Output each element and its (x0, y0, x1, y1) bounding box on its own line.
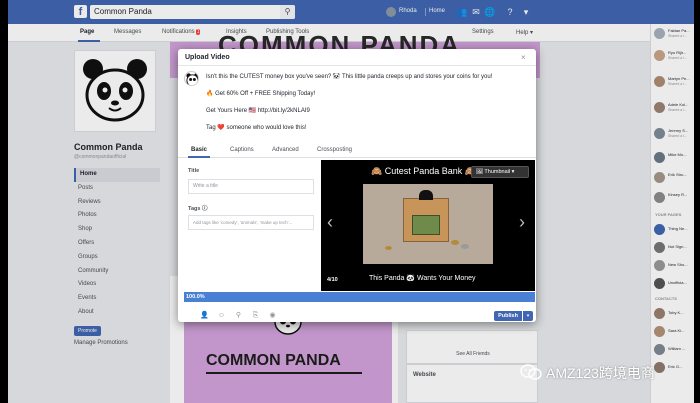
upload-video-dialog: Upload Video × Isn't this the CUTEST mon… (178, 49, 536, 322)
title-label: Title (188, 168, 200, 174)
watermark-text: AMZ123跨境电商 (546, 365, 655, 381)
dialog-title: Upload Video (185, 54, 230, 61)
dialog-header: Upload Video × (178, 49, 536, 66)
watermark: AMZ123跨境电商 (520, 362, 700, 382)
panda-peek-shape (419, 190, 433, 200)
coin-shape (385, 246, 392, 250)
location-icon[interactable]: ⚲ (234, 311, 243, 320)
dialog-tabs: Basic Captions Advanced Crossposting (178, 144, 536, 158)
post-text-line[interactable]: 🔥 Get 60% Off + FREE Shipping Today! (206, 90, 315, 97)
post-text-line[interactable]: Get Yours Here 🇺🇸 http://bit.ly/2kNLAI9 (206, 107, 310, 114)
post-text-line[interactable]: Isn't this the CUTEST money box you've s… (206, 73, 492, 80)
upload-progress-bar: 100.0% (184, 292, 535, 302)
coin-shape (461, 244, 469, 249)
tab-crossposting[interactable]: Crossposting (317, 147, 352, 153)
next-thumbnail-icon[interactable]: › (519, 212, 525, 233)
thumbnail-preview: 🙈 Cutest Panda Bank 🙈 🖼 Thumbnail ▾ ‹ › … (321, 160, 535, 291)
tags-label-text: Tags (188, 206, 201, 212)
messenger-icon[interactable]: ◉ (268, 311, 277, 320)
publish-options-icon[interactable]: ▾ (523, 311, 533, 321)
thumbnail-image (363, 184, 493, 264)
tab-advanced[interactable]: Advanced (272, 147, 299, 153)
active-tab-indicator (188, 156, 210, 158)
page-avatar (184, 71, 199, 86)
coin-shape (451, 240, 459, 245)
tag-people-icon[interactable]: 👤 (200, 311, 209, 320)
wechat-logo-icon (520, 364, 542, 380)
post-text-line[interactable]: Tag ❤️ someone who would love this! (206, 124, 307, 131)
thumbnail-dropdown-button[interactable]: 🖼 Thumbnail ▾ (471, 166, 529, 178)
thumbnail-title: 🙈 Cutest Panda Bank 🙈 (371, 166, 476, 176)
box-window (412, 215, 440, 235)
coin-box-shape (403, 198, 449, 242)
panda-avatar-icon (186, 73, 198, 85)
upload-progress-label: 100.0% (186, 294, 205, 300)
tab-basic[interactable]: Basic (191, 147, 207, 153)
title-input[interactable]: Write a title (188, 179, 314, 194)
tags-label: Tags ⓘ (188, 204, 207, 212)
thumbnail-counter: 4/10 (327, 277, 338, 283)
feeling-icon[interactable]: ☺ (217, 311, 226, 320)
attach-icon[interactable]: ⎘ (251, 311, 260, 320)
facebook-page-screen: f Common Panda ⚲ Rhoda Home 👥 ✉ 🌐 ? ▾ Pa… (8, 0, 694, 403)
publish-button[interactable]: Publish (494, 311, 522, 321)
previous-thumbnail-icon[interactable]: ‹ (327, 212, 333, 233)
thumbnail-caption: This Panda 🐼 Wants Your Money (369, 275, 476, 282)
tab-captions[interactable]: Captions (230, 147, 254, 153)
tags-input[interactable]: Add tags like 'comedy', 'animals', 'make… (188, 215, 314, 230)
close-icon[interactable]: × (521, 53, 526, 62)
info-icon[interactable]: ⓘ (202, 206, 208, 212)
